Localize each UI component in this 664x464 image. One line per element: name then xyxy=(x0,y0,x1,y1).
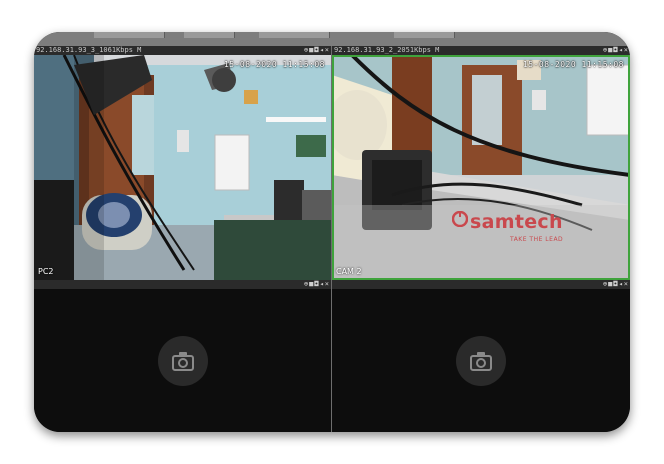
video-feed[interactable]: 15-08-2020 11:15:08 PC2 xyxy=(34,55,331,280)
audio-icon[interactable]: ◂ xyxy=(619,46,623,55)
tile-title: 92.168.31.93_2_2051Kbps M xyxy=(334,46,440,54)
camera-tile-3[interactable]: ⊕ ■ ◘ ◂ × xyxy=(34,280,331,432)
tile-toolbar: ⊕ ■ ◘ ◂ × xyxy=(603,280,628,289)
brand-name: samtech xyxy=(470,211,563,233)
record-icon[interactable]: ■ xyxy=(309,280,313,289)
empty-video-slot[interactable] xyxy=(34,289,331,432)
top-tab[interactable] xyxy=(94,32,165,38)
camera-tile-2[interactable]: 92.168.31.93_2_2051Kbps M ⊕ ■ ◘ ◂ × samt… xyxy=(332,46,630,280)
samtech-watermark: samtech TAKE THE LEAD xyxy=(452,211,570,249)
office-scene-image xyxy=(34,55,331,280)
close-icon[interactable]: × xyxy=(624,280,628,289)
window-top-strip xyxy=(34,32,630,46)
add-camera-button[interactable] xyxy=(456,335,506,386)
snapshot-icon[interactable]: ◘ xyxy=(613,46,617,55)
zoom-icon[interactable]: ⊕ xyxy=(603,280,607,289)
close-icon[interactable]: × xyxy=(624,46,628,55)
video-wall: 92.168.31.93_3_1061Kbps M ⊕ ■ ◘ ◂ × 15-0… xyxy=(34,32,630,432)
record-icon[interactable]: ■ xyxy=(608,46,612,55)
video-feed[interactable]: samtech TAKE THE LEAD 15-08-2020 11:15:0… xyxy=(332,55,630,280)
audio-icon[interactable]: ◂ xyxy=(320,280,324,289)
top-tab[interactable] xyxy=(184,32,235,38)
osd-camera-label: CAM 2 xyxy=(336,267,362,276)
tile-titlebar: ⊕ ■ ◘ ◂ × xyxy=(332,280,630,289)
camera-tile-4[interactable]: ⊕ ■ ◘ ◂ × xyxy=(332,280,630,432)
close-icon[interactable]: × xyxy=(325,280,329,289)
tile-titlebar: 92.168.31.93_3_1061Kbps M ⊕ ■ ◘ ◂ × xyxy=(34,46,331,55)
audio-icon[interactable]: ◂ xyxy=(619,280,623,289)
snapshot-icon[interactable]: ◘ xyxy=(613,280,617,289)
camera-tile-1[interactable]: 92.168.31.93_3_1061Kbps M ⊕ ■ ◘ ◂ × 15-0… xyxy=(34,46,331,280)
zoom-icon[interactable]: ⊕ xyxy=(603,46,607,55)
tile-title: 92.168.31.93_3_1061Kbps M xyxy=(36,46,142,54)
tile-titlebar: 92.168.31.93_2_2051Kbps M ⊕ ■ ◘ ◂ × xyxy=(332,46,630,55)
tile-toolbar: ⊕ ■ ◘ ◂ × xyxy=(603,46,628,55)
osd-timestamp: 15-08-2020 11:15:08 xyxy=(522,60,624,69)
zoom-icon[interactable]: ⊕ xyxy=(304,46,308,55)
camera-icon xyxy=(171,351,194,371)
osd-timestamp: 15-08-2020 11:15:08 xyxy=(223,60,325,69)
add-camera-button[interactable] xyxy=(157,335,208,386)
snapshot-icon[interactable]: ◘ xyxy=(314,46,318,55)
grid-divider xyxy=(331,46,332,432)
snapshot-icon[interactable]: ◘ xyxy=(314,280,318,289)
top-tab[interactable] xyxy=(394,32,455,38)
zoom-icon[interactable]: ⊕ xyxy=(304,280,308,289)
empty-video-slot[interactable] xyxy=(332,289,630,432)
top-tab[interactable] xyxy=(259,32,330,38)
brand-tagline: TAKE THE LEAD xyxy=(510,236,564,243)
record-icon[interactable]: ■ xyxy=(608,280,612,289)
camera-icon xyxy=(470,351,492,371)
osd-camera-label: PC2 xyxy=(38,267,54,276)
record-icon[interactable]: ■ xyxy=(309,46,313,55)
tile-titlebar: ⊕ ■ ◘ ◂ × xyxy=(34,280,331,289)
close-icon[interactable]: × xyxy=(325,46,329,55)
tile-toolbar: ⊕ ■ ◘ ◂ × xyxy=(304,46,329,55)
audio-icon[interactable]: ◂ xyxy=(320,46,324,55)
tile-toolbar: ⊕ ■ ◘ ◂ × xyxy=(304,280,329,289)
samtech-logo-icon xyxy=(452,211,468,227)
